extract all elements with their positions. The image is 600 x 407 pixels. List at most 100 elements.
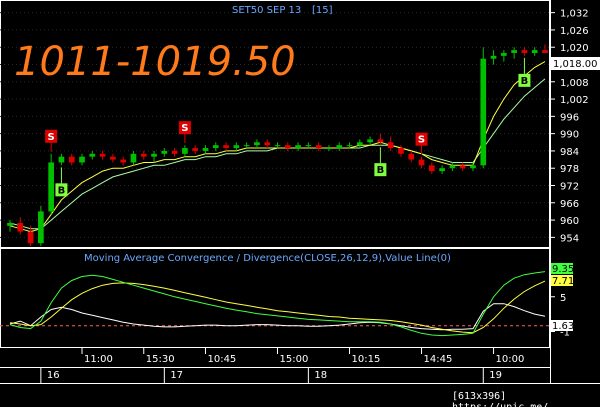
price-tick-label: 978 [560,164,579,175]
candle-body [387,142,394,149]
date-label: 16 [47,370,60,381]
signal-label: S [181,123,188,134]
candle [161,148,168,157]
svg-text:7.71: 7.71 [552,276,574,287]
candle-body [315,145,322,149]
candle [490,50,497,65]
price-tick-label: 960 [560,216,579,227]
price-panel-frame [0,0,550,248]
price-tick-label: 1,008 [560,78,589,89]
chart-svg: 1,0321,0261,0201,0141,0081,0029969909849… [0,0,600,384]
candle [48,153,54,215]
candle-body [68,156,75,163]
candle-body [171,150,178,154]
candle-body [470,165,476,169]
candle [89,150,96,160]
candle-body [233,145,240,149]
candle [254,139,260,149]
candle-body [110,156,116,160]
price-tick-label: 972 [560,182,579,193]
time-label: 10:15 [352,354,381,365]
svg-text:9.35: 9.35 [552,264,574,275]
signal-label: B [377,165,385,176]
candle-body [27,231,34,244]
candle [295,142,301,151]
svg-text:1.63: 1.63 [552,321,574,332]
signal-label: S [418,135,425,146]
candle [182,145,188,157]
candle [274,142,281,149]
candle-body [336,145,343,149]
candle [531,47,538,56]
candle-body [346,145,353,147]
candle [171,148,178,157]
candle-body [17,222,24,232]
candle-body [254,142,260,146]
candle [408,150,415,163]
price-tick-label: 1,032 [560,9,589,20]
candle [68,153,75,166]
candle [243,142,250,149]
candle-body [542,50,548,53]
candle-body [243,145,250,147]
candle-body [130,153,137,163]
candle-body [120,159,127,163]
candle [439,165,445,174]
candle [336,142,343,151]
candle [449,162,456,172]
candle [264,139,271,149]
time-label: 10:00 [496,354,525,365]
candle-body [521,50,528,53]
candle-body [151,153,157,157]
candle-body [439,168,445,172]
time-label: 10:45 [207,354,236,365]
signal-value-tag: 7.71 [551,275,574,287]
candle [326,145,332,151]
candle [151,150,157,163]
candle-body [284,145,291,149]
candle-body [490,55,497,59]
candle [459,162,466,172]
candle [17,217,24,235]
candle-body [223,145,229,149]
candle [110,153,116,163]
sell-signal: S [45,129,58,152]
candle [418,156,425,169]
candle-body [511,50,517,53]
indicator-title: Moving Average Convergence / Divergence(… [84,253,451,264]
candle-body [408,153,415,160]
date-label: 19 [489,370,502,381]
candle-body [449,165,456,169]
candle [542,44,548,53]
candle-body [7,222,13,226]
sell-signal: S [415,132,428,155]
candle [130,150,137,166]
candle [284,142,291,151]
price-tick-label: 1,026 [560,26,589,37]
indicator-tick-label: 5 [560,293,566,304]
signal-label: B [521,76,529,87]
candle-body [99,153,106,157]
candle [58,153,65,166]
candle [192,145,199,154]
price-tick-label: 966 [560,199,579,210]
candle-body [480,58,487,166]
candle [140,150,147,160]
candle [202,145,209,154]
candle-body [212,145,219,149]
candle [212,142,219,151]
ma-slow-line [9,78,546,230]
chart-window: 1,0321,0261,0201,0141,0081,0029969909849… [0,0,600,407]
buy-signal: B [55,167,68,197]
candle-body [140,153,147,157]
candle [470,162,476,172]
candle-body [356,142,363,146]
candle [315,142,322,151]
candle-body [192,148,199,151]
svg-text:1,018.00: 1,018.00 [553,59,598,70]
candle [356,139,363,149]
candle [305,142,312,149]
macd-value-tag: 9.35 [551,263,574,275]
candle [387,136,394,151]
candle [99,150,106,160]
